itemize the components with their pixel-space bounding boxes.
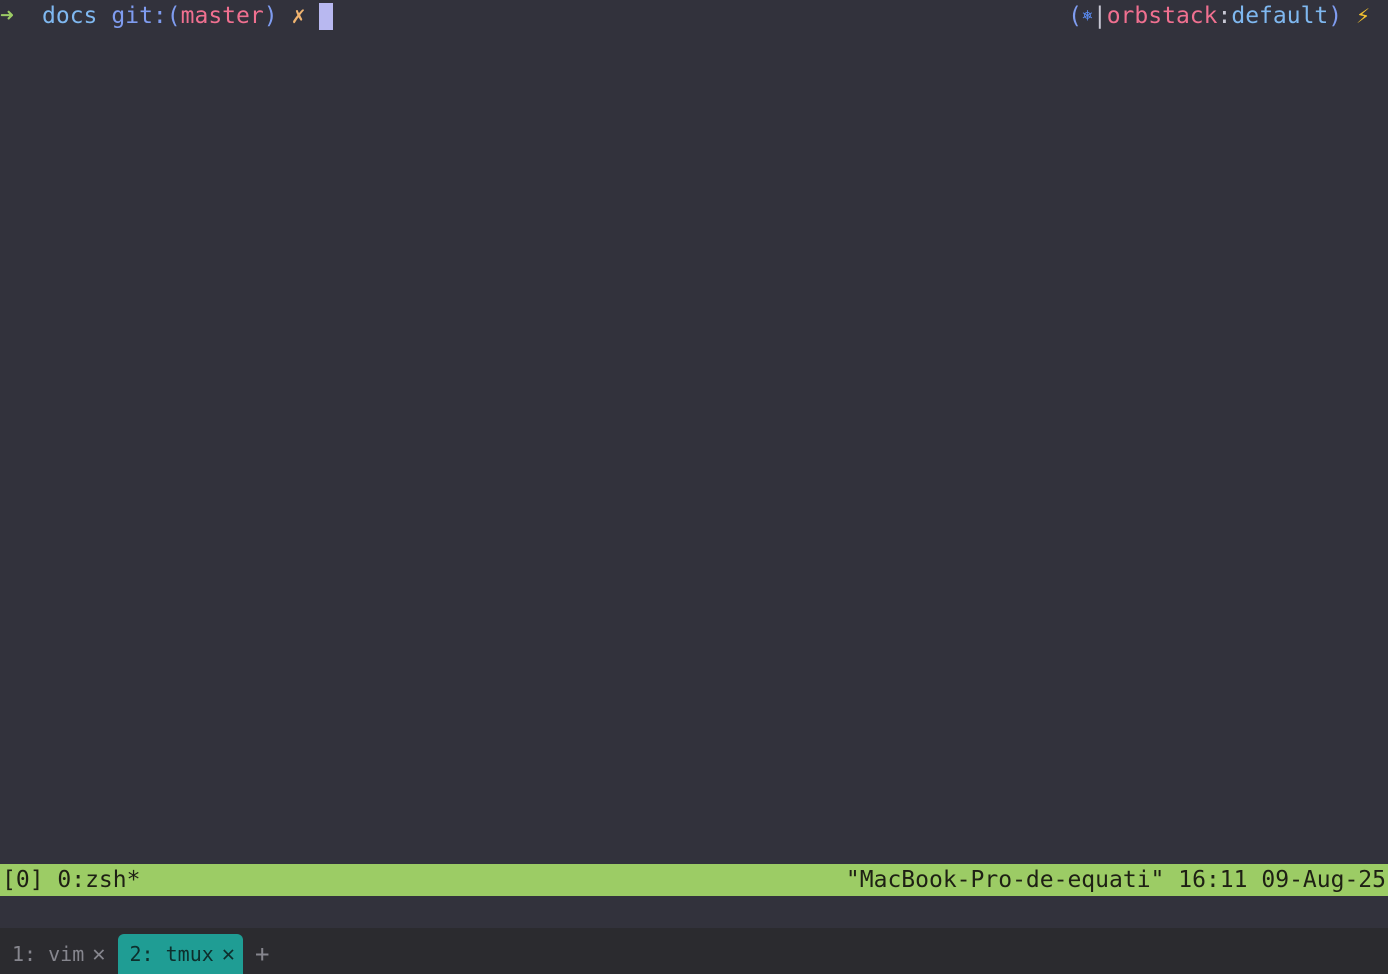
prompt-directory: docs [42,3,98,29]
terminal-padding [0,896,1388,928]
prompt-line: ➜ docs git: ( master ) ✗ ( ⎈ | orbstack … [0,0,1388,32]
close-icon[interactable]: ✕ [92,942,105,967]
k8s-colon: : [1217,3,1232,29]
prompt-right: ( ⎈ | orbstack : default ) ⚡ [1068,0,1370,32]
tmux-status-bar: [0] 0:zsh* "MacBook-Pro-de-equati" 16:11… [0,864,1388,896]
git-close-paren: ) [263,3,278,29]
new-tab-button[interactable]: + [243,934,281,974]
k8s-namespace: default [1231,3,1329,29]
clock-time: 16:11 [1178,867,1248,893]
tmux-status-right: "MacBook-Pro-de-equati" 16:11 09-Aug-25 [846,864,1386,896]
clock-date: 09-Aug-25 [1261,867,1386,893]
terminal-pane[interactable]: ➜ docs git: ( master ) ✗ ( ⎈ | orbstack … [0,0,1388,864]
bolt-icon: ⚡ [1356,3,1370,29]
k8s-context: orbstack [1106,3,1218,29]
k8s-close-paren: ) [1328,3,1343,29]
k8s-open-paren: ( [1068,3,1082,29]
tab-vim[interactable]: 1: vim ✕ [0,934,114,974]
git-dirty-icon: ✗ [291,3,306,29]
tab-label: 1: vim [12,942,85,966]
git-label: git: [111,3,167,29]
tab-label: 2: tmux [129,942,214,966]
close-icon[interactable]: ✕ [222,942,235,967]
prompt-arrow-icon: ➜ [0,3,14,29]
k8s-separator: | [1092,3,1107,29]
kubernetes-icon: ⎈ [1082,5,1093,26]
git-open-paren: ( [166,3,181,29]
prompt-left: ➜ docs git: ( master ) ✗ [0,0,334,32]
tab-tmux[interactable]: 2: tmux ✕ [117,934,244,974]
tmux-session-window[interactable]: [0] 0:zsh* [2,864,140,896]
hostname: "MacBook-Pro-de-equati" [845,867,1165,893]
git-branch: master [180,3,264,29]
tab-bar: 1: vim ✕ 2: tmux ✕ + [0,928,1388,974]
text-cursor[interactable] [319,2,334,30]
